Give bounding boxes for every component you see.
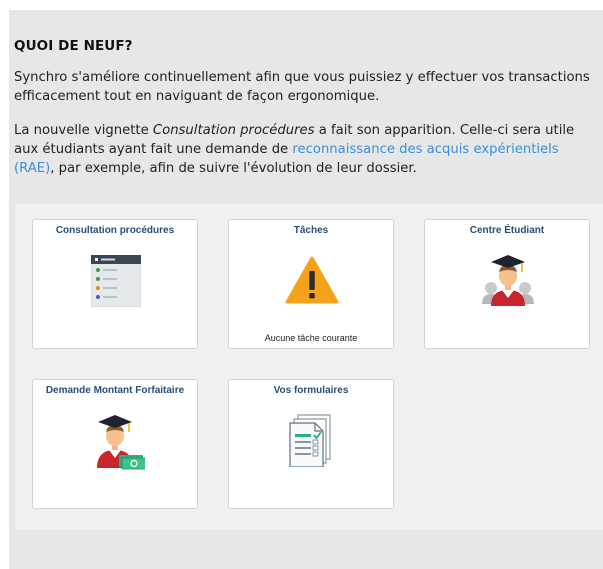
rae-link-suffix[interactable]: (RAE) (14, 161, 50, 176)
student-money-icon (97, 415, 145, 470)
procedures-list-icon (91, 255, 141, 307)
rae-link[interactable]: reconnaissance des acquis expérientiels (292, 142, 558, 157)
tile-vos-formulaires[interactable]: Vos formulaires (228, 379, 394, 509)
tile-demande-montant-forfaitaire[interactable]: Demande Montant Forfaitaire (32, 379, 198, 509)
warning-icon (285, 256, 339, 304)
tile-title: Vos formulaires (273, 385, 349, 396)
tiles-grid: Consultation procédures Tâches Aucune tâ… (15, 204, 603, 530)
news-panel: QUOI DE NEUF? Synchro s'améliore continu… (9, 10, 603, 569)
tile-footer: Aucune tâche courante (264, 333, 358, 343)
news-paragraph-1: Synchro s'améliore continuellement afin … (14, 70, 590, 104)
tile-title: Demande Montant Forfaitaire (45, 385, 185, 396)
student-graduate-icon (482, 255, 534, 306)
tile-title: Tâches (293, 225, 329, 236)
tile-centre-etudiant[interactable]: Centre Étudiant (424, 219, 590, 349)
news-paragraph-2: La nouvelle vignette Consultation procéd… (14, 123, 575, 176)
tile-title: Consultation procédures (55, 225, 175, 236)
tile-title: Centre Étudiant (469, 225, 545, 236)
tile-consultation-procedures[interactable]: Consultation procédures (32, 219, 198, 349)
tile-taches[interactable]: Tâches Aucune tâche courante (228, 219, 394, 349)
forms-checklist-icon (289, 414, 331, 467)
news-heading: QUOI DE NEUF? (14, 38, 133, 54)
